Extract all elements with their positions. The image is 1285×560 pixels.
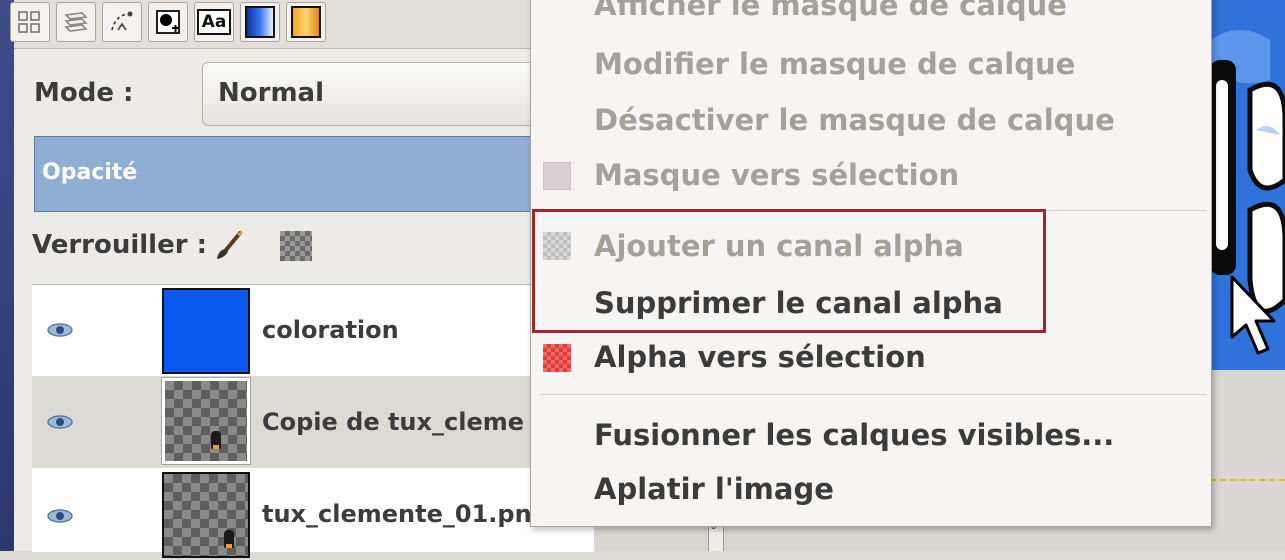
menu-item-merge-visible[interactable]: Fusionner les calques visibles... — [594, 418, 1114, 452]
opacity-label: Opacité — [42, 160, 138, 185]
tux-mini-icon — [211, 431, 221, 449]
lock-pixels-brush-icon[interactable] — [212, 230, 246, 262]
annotation-highlight-box — [532, 209, 1046, 333]
alpha-selection-icon — [543, 344, 571, 372]
gradient-tab[interactable] — [240, 2, 280, 42]
channels-tab[interactable] — [56, 2, 96, 42]
dock-tab-bar: Aa — [10, 0, 594, 49]
lock-label: Verrouiller : — [32, 230, 207, 260]
visibility-eye-icon[interactable] — [46, 414, 74, 430]
layer-thumbnail[interactable] — [162, 288, 250, 374]
layer-name[interactable]: Copie de tux_cleme — [262, 408, 524, 436]
visibility-eye-icon[interactable] — [46, 322, 74, 338]
mouse-cursor-icon — [1230, 275, 1276, 355]
tux-mini-icon — [224, 530, 234, 548]
gradient-orange-icon — [291, 6, 321, 38]
paths-icon — [18, 11, 40, 33]
patterns-icon — [156, 10, 180, 34]
image-canvas[interactable] — [1210, 0, 1285, 370]
menu-item-edit-mask[interactable]: Modifier le masque de calque — [594, 47, 1075, 81]
menu-item-show-mask[interactable]: Afficher le masque de calque — [594, 0, 1067, 22]
gradient-icon — [245, 6, 275, 38]
text-icon: Aa — [196, 9, 232, 35]
menu-item-alpha-to-selection[interactable]: Alpha vers sélection — [594, 340, 926, 374]
menu-item-mask-to-selection[interactable]: Masque vers sélection — [594, 158, 959, 192]
layer-name[interactable]: coloration — [262, 316, 399, 344]
brushes-icon — [111, 11, 133, 31]
lock-alpha-icon[interactable] — [280, 231, 312, 261]
paths-tab[interactable] — [10, 2, 50, 42]
layer-thumbnail[interactable] — [162, 472, 250, 558]
menu-item-disable-mask[interactable]: Désactiver le masque de calque — [594, 103, 1115, 137]
gradient-orange-tab[interactable] — [286, 2, 326, 42]
text-tab[interactable]: Aa — [194, 2, 234, 42]
visibility-eye-icon[interactable] — [46, 508, 74, 524]
menu-separator — [540, 394, 1206, 395]
mode-value: Normal — [218, 78, 324, 108]
patterns-tab[interactable] — [148, 2, 188, 42]
guide-line — [1210, 479, 1285, 481]
menu-item-flatten-image[interactable]: Aplatir l'image — [594, 472, 834, 506]
brushes-tab[interactable] — [102, 2, 142, 42]
mask-selection-icon — [543, 162, 571, 190]
window-edge — [0, 0, 14, 551]
mode-label: Mode : — [34, 78, 134, 108]
layer-name[interactable]: tux_clemente_01.png — [262, 500, 549, 528]
layer-thumbnail[interactable] — [161, 377, 251, 465]
channels-icon — [64, 12, 88, 32]
